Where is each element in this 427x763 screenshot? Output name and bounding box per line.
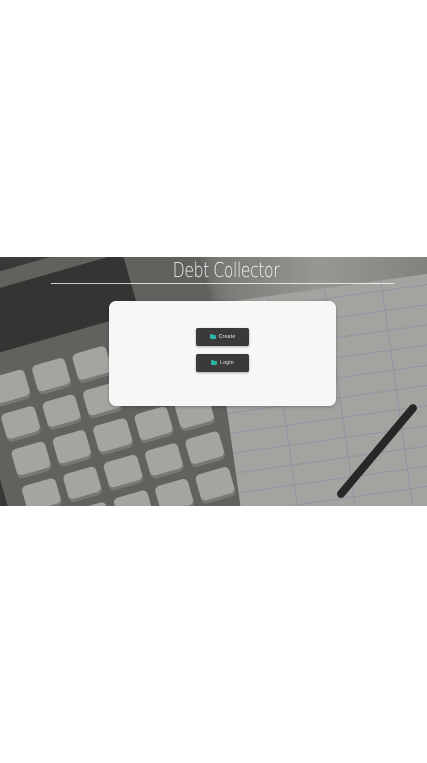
hero-banner: Debt Collector Create Login [0,257,427,506]
create-button[interactable]: Create [196,328,249,346]
login-button[interactable]: Login [196,354,249,372]
page-title: Debt Collector [172,258,280,282]
action-card: Create Login [109,301,336,406]
folder-icon [209,334,216,339]
create-button-label: Create [218,334,236,340]
title-divider [51,283,394,284]
login-button-label: Login [220,360,234,366]
folder-icon [211,360,218,365]
